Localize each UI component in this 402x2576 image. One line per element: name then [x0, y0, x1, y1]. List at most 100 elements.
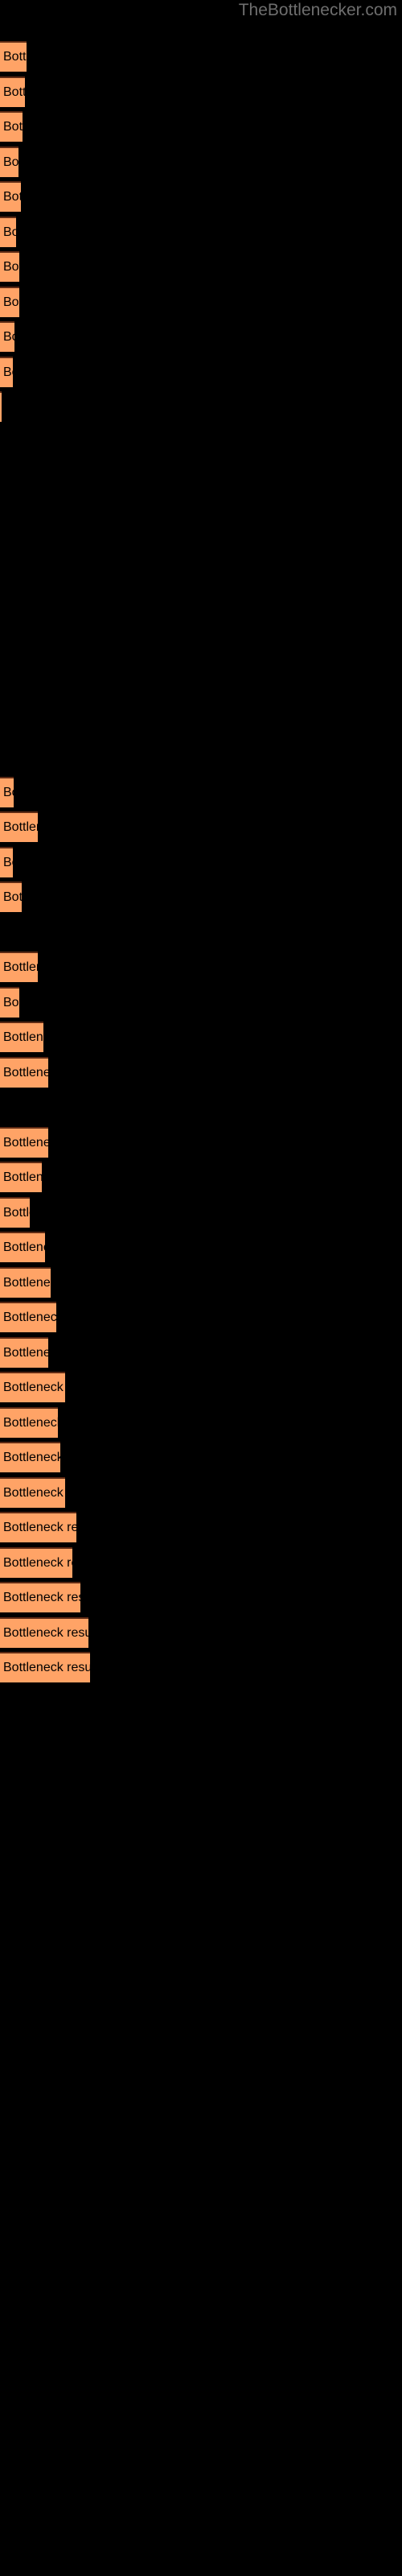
- bar-row: Bottleneck result: [0, 352, 402, 387]
- bar[interactable]: Bottleneck result: [0, 251, 19, 282]
- bar-row: [0, 2313, 402, 2348]
- bar[interactable]: Bottleneck result: [0, 1582, 80, 1612]
- bar-label: Bottleneck result: [3, 1065, 48, 1080]
- bar-row: [0, 667, 402, 702]
- bar-row: Bottleneck result: [0, 1157, 402, 1192]
- bar-row: [0, 737, 402, 772]
- bar-label: Bottleneck result: [3, 1521, 76, 1534]
- bar-row: Bottleneck result: [0, 106, 402, 142]
- bar-row: Bottleneck result: [0, 842, 402, 877]
- bar-label: Bottleneck result: [3, 1241, 45, 1254]
- bar-row: [0, 2243, 402, 2278]
- bar-row: [0, 2487, 402, 2523]
- bar-label: Bottleneck result: [3, 1275, 51, 1290]
- bar[interactable]: Bottleneck result: [0, 1302, 56, 1332]
- bar[interactable]: Bottleneck result: [0, 181, 21, 212]
- bar-row: [0, 422, 402, 457]
- bar-row: [0, 1087, 402, 1122]
- bar[interactable]: Bottleneck result: [0, 846, 13, 877]
- bar-label: Bottleneck result: [3, 260, 19, 274]
- bar-label: Bottleneck result: [3, 1345, 48, 1360]
- bar-label: Bottleneck result: [3, 1170, 42, 1184]
- bar-label: Bottleneck result: [3, 155, 18, 169]
- bar-row: Bottleneck result: [0, 772, 402, 807]
- bar[interactable]: Bottleneck result: [0, 1512, 76, 1542]
- bar-row: [0, 1963, 402, 1998]
- bar-label: Bottleneck result: [3, 855, 13, 869]
- bar-row: [0, 1927, 402, 1963]
- bar[interactable]: Bottleneck result: [0, 1162, 42, 1192]
- bar-label: Bottleneck result: [3, 1205, 30, 1220]
- bar-row: [0, 2137, 402, 2173]
- bar[interactable]: Bottleneck result: [0, 216, 16, 247]
- bar-label: Bottleneck result: [3, 50, 27, 64]
- bar[interactable]: Bottleneck result: [0, 41, 27, 72]
- bar-row: Bottleneck result: [0, 1472, 402, 1508]
- bar-label: Bottleneck result: [3, 1381, 65, 1394]
- bar-row: [0, 2103, 402, 2138]
- bar[interactable]: Bottleneck result: [0, 776, 14, 807]
- bar-row: Bottleneck result: [0, 1612, 402, 1648]
- bar[interactable]: Bottleneck result: [0, 881, 22, 912]
- bar-row: Bottleneck result: [0, 1052, 402, 1088]
- bar[interactable]: Bottleneck result: [0, 1022, 43, 1052]
- bar[interactable]: Bottleneck result: [0, 1232, 45, 1262]
- bar-row: [0, 1893, 402, 1928]
- bar-label: Bottleneck result: [3, 1451, 60, 1464]
- bar-row: [0, 562, 402, 597]
- bar-row: Bottleneck result: [0, 947, 402, 982]
- bar[interactable]: Bottleneck result: [0, 1336, 48, 1368]
- bar[interactable]: Bottleneck result: [0, 1196, 30, 1228]
- bar-row: [0, 2347, 402, 2383]
- bar-label: Bottleneck result: [3, 1485, 65, 1500]
- bar-row: Bottleneck result: [0, 1402, 402, 1438]
- bar[interactable]: Bottleneck result: [0, 111, 23, 142]
- bar-label: Bottleneck result: [3, 1591, 80, 1604]
- bar[interactable]: Bottleneck result: [0, 391, 2, 422]
- bar-row: Bottleneck result: [0, 212, 402, 247]
- bar-row: [0, 1823, 402, 1858]
- bar-row: Bottleneck result: [0, 982, 402, 1018]
- bar-row: [0, 492, 402, 527]
- bar-row: Bottleneck result: [0, 142, 402, 177]
- bar-row: Bottleneck result: [0, 36, 402, 72]
- bar-row: Bottleneck result: [0, 1367, 402, 1402]
- bar[interactable]: Bottleneck result: [0, 1056, 48, 1088]
- bar-row: [0, 2207, 402, 2243]
- bar[interactable]: Bottleneck result: [0, 1476, 65, 1508]
- bar[interactable]: Bottleneck result: [0, 1616, 88, 1648]
- plot-area: Bottleneck result Bottleneck result Bottle…: [0, 36, 402, 2572]
- bar[interactable]: Bottleneck result: [0, 286, 19, 317]
- bar[interactable]: Bottleneck result: [0, 1372, 65, 1402]
- bar[interactable]: Bottleneck result: [0, 76, 25, 107]
- bar-row: [0, 1787, 402, 1823]
- bar-label: Bottleneck result: [3, 120, 23, 134]
- bar[interactable]: Bottleneck result: [0, 356, 13, 387]
- bar-row: Bottleneck result: [0, 1297, 402, 1332]
- bar-row: [0, 2383, 402, 2418]
- bar[interactable]: Bottleneck result: [0, 146, 18, 177]
- bar[interactable]: Bottleneck result: [0, 811, 38, 842]
- bar-row: Bottleneck result: [0, 1647, 402, 1682]
- bar-row: Bottleneck result: [0, 807, 402, 842]
- bar-chart-root: TheBottlenecker.com Bottleneck resultBot…: [0, 0, 402, 2576]
- bar[interactable]: Bottleneck result: [0, 1266, 51, 1298]
- bar-label: Bottleneck result: [3, 1415, 58, 1430]
- bar-row: [0, 702, 402, 737]
- bar-row: Bottleneck result: [0, 316, 402, 352]
- bar-row: Bottleneck result: [0, 1577, 402, 1612]
- bar[interactable]: Bottleneck result: [0, 1442, 60, 1472]
- bar[interactable]: Bottleneck result: [0, 1126, 48, 1158]
- bar[interactable]: Bottleneck result: [0, 1546, 72, 1578]
- bar[interactable]: Bottleneck result: [0, 321, 14, 352]
- bar-row: [0, 597, 402, 632]
- bar[interactable]: Bottleneck result: [0, 1652, 90, 1682]
- bar[interactable]: Bottleneck result: [0, 986, 19, 1018]
- bar-row: [0, 912, 402, 947]
- bar-row: [0, 526, 402, 562]
- bar[interactable]: Bottleneck result: [0, 952, 38, 982]
- bar-row: [0, 2453, 402, 2488]
- bar[interactable]: Bottleneck result: [0, 1406, 58, 1438]
- bar-label: Bottleneck result: [3, 225, 16, 239]
- bar-row: [0, 1857, 402, 1893]
